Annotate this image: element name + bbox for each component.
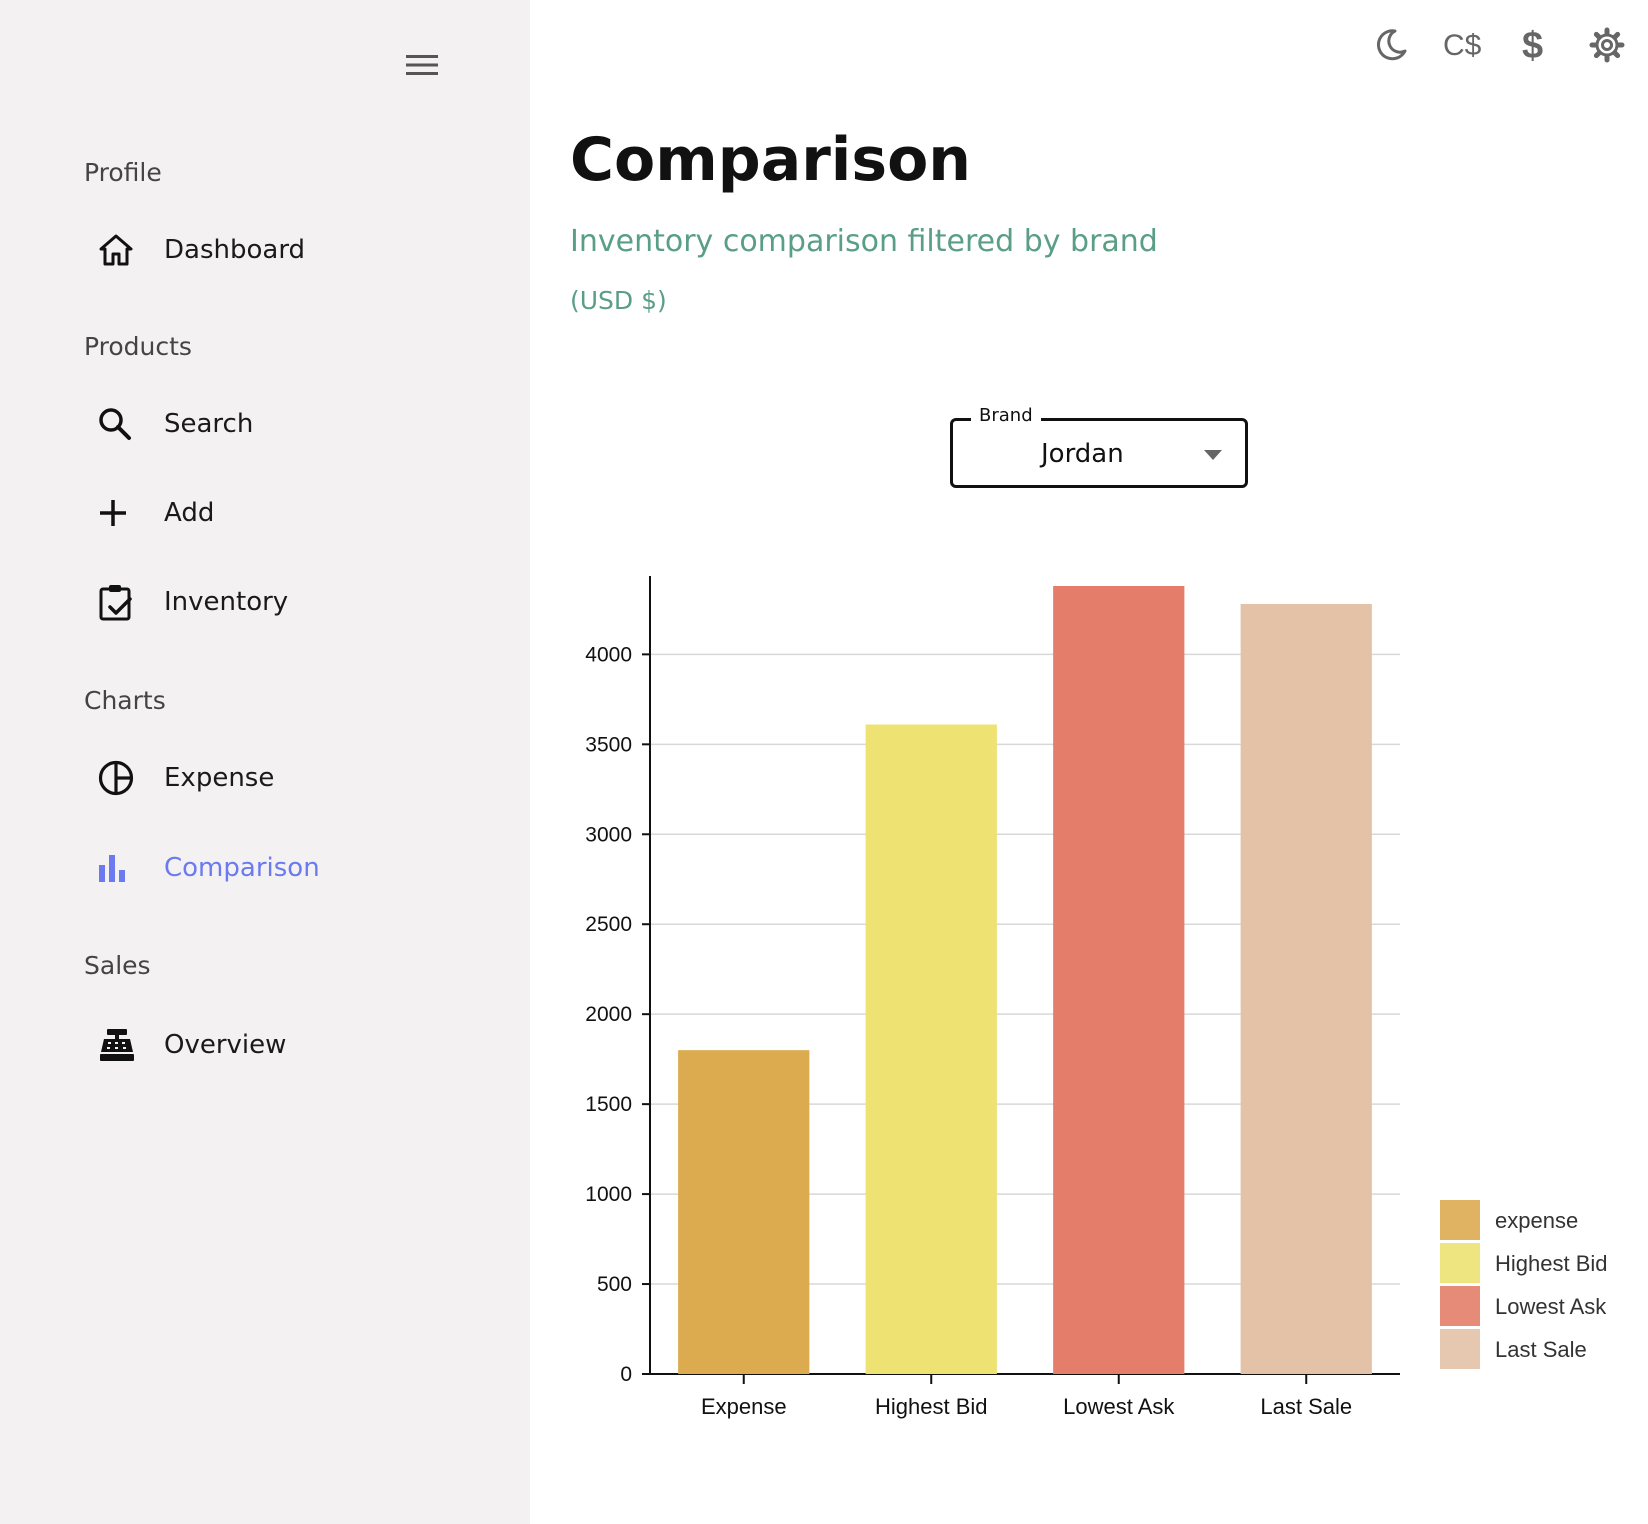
bar-highest-bid <box>865 724 997 1374</box>
bar-last-sale <box>1240 603 1372 1374</box>
home-icon <box>84 220 156 280</box>
cad-currency-icon[interactable]: C$ <box>1442 24 1484 66</box>
clipboard-check-icon <box>84 572 156 632</box>
brand-select[interactable]: Brand Jordan <box>950 405 1248 488</box>
pie-chart-icon <box>84 748 156 808</box>
sidebar-item-label: Search <box>164 409 254 439</box>
cash-register-icon <box>84 1015 156 1075</box>
sidebar: Profile Dashboard Products Search Add In… <box>0 0 530 1524</box>
y-tick-label: 4000 <box>585 643 632 666</box>
bar-lowest-ask <box>1053 586 1185 1374</box>
y-tick-label: 0 <box>620 1363 632 1386</box>
currency-label: (USD $) <box>570 286 667 315</box>
legend-label: Highest Bid <box>1495 1251 1608 1276</box>
sidebar-item-label: Expense <box>164 763 275 793</box>
brand-select-value: Jordan <box>1041 439 1124 469</box>
y-tick-label: 500 <box>597 1273 632 1296</box>
section-label-charts: Charts <box>84 686 166 715</box>
sidebar-item-label: Comparison <box>164 853 320 883</box>
sidebar-item-dashboard[interactable]: Dashboard <box>84 220 484 280</box>
legend-swatch <box>1440 1200 1480 1240</box>
bar-expense <box>678 1050 810 1374</box>
main-content: C$ $ Comparison Inventory comparison fil… <box>530 0 1648 1524</box>
sidebar-item-overview[interactable]: Overview <box>84 1015 484 1075</box>
page-subtitle: Inventory comparison filtered by brand <box>570 224 1158 259</box>
sidebar-item-label: Inventory <box>164 587 289 617</box>
menu-toggle-button[interactable] <box>402 48 442 82</box>
y-tick-label: 3500 <box>585 733 632 756</box>
sidebar-item-inventory[interactable]: Inventory <box>84 572 484 632</box>
legend-label: expense <box>1495 1208 1578 1233</box>
legend-swatch <box>1440 1243 1480 1283</box>
section-label-sales: Sales <box>84 951 151 980</box>
x-tick-label: Expense <box>701 1394 787 1419</box>
usd-currency-icon[interactable]: $ <box>1514 24 1556 66</box>
chevron-down-icon <box>1204 450 1222 460</box>
y-tick-label: 2500 <box>585 913 632 936</box>
bar-chart-icon <box>84 838 156 898</box>
moon-icon[interactable] <box>1370 24 1412 66</box>
legend-swatch <box>1440 1286 1480 1326</box>
legend-swatch <box>1440 1329 1480 1369</box>
section-label-products: Products <box>84 332 192 361</box>
sidebar-item-search[interactable]: Search <box>84 394 484 454</box>
legend-label: Last Sale <box>1495 1337 1587 1362</box>
sidebar-item-label: Overview <box>164 1030 287 1060</box>
section-label-profile: Profile <box>84 158 162 187</box>
plus-icon <box>84 483 156 543</box>
sidebar-item-expense[interactable]: Expense <box>84 748 484 808</box>
y-tick-label: 2000 <box>585 1003 632 1026</box>
sidebar-item-label: Dashboard <box>164 235 306 265</box>
sidebar-item-label: Add <box>164 498 215 528</box>
sidebar-item-comparison[interactable]: Comparison <box>84 838 484 898</box>
y-tick-label: 1000 <box>585 1183 632 1206</box>
svg-text:C$: C$ <box>1443 29 1482 62</box>
svg-text:$: $ <box>1522 25 1543 65</box>
x-tick-label: Last Sale <box>1260 1394 1352 1419</box>
search-icon <box>84 394 156 454</box>
sidebar-item-add[interactable]: Add <box>84 483 484 543</box>
legend-label: Lowest Ask <box>1495 1294 1607 1319</box>
y-tick-label: 3000 <box>585 823 632 846</box>
comparison-bar-chart: 0 500 1000 1500 2000 2500 3000 3500 4000 Expense H… <box>585 576 1608 1419</box>
gear-icon[interactable] <box>1586 24 1628 66</box>
x-tick-label: Highest Bid <box>875 1394 988 1419</box>
brand-select-label: Brand <box>971 405 1041 426</box>
hamburger-menu-icon <box>406 55 438 75</box>
y-tick-label: 1500 <box>585 1093 632 1116</box>
x-tick-label: Lowest Ask <box>1063 1394 1175 1419</box>
page-title: Comparison <box>570 125 972 195</box>
header-toolbar: C$ $ <box>1370 24 1628 66</box>
